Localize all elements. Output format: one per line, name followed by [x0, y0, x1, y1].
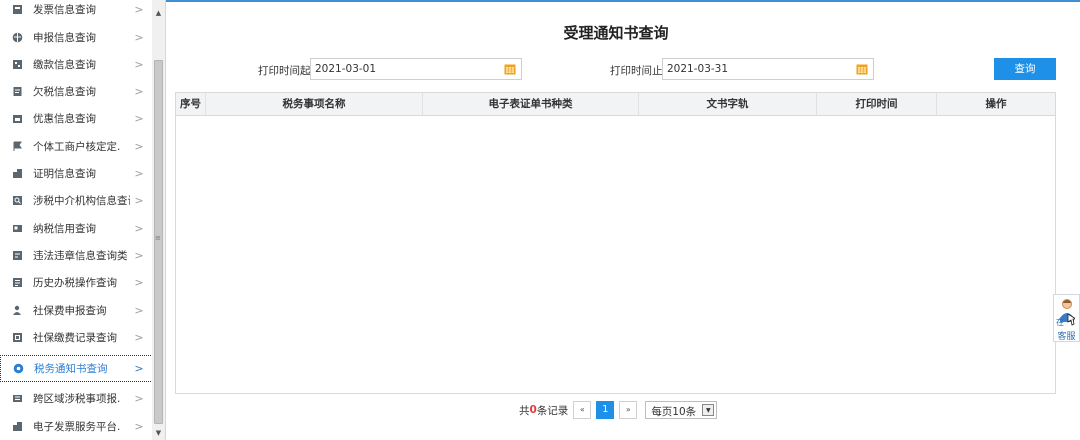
sidebar-item-label: 证明信息查询	[33, 167, 96, 180]
total-suffix: 条记录	[536, 404, 569, 417]
query-button[interactable]: 查询	[994, 58, 1056, 80]
column-header-document-type: 电子表证单书种类	[423, 93, 639, 115]
search-doc-icon	[12, 195, 23, 206]
page-size-select[interactable]: 每页10条 ▼	[645, 401, 718, 419]
chevron-right-icon: >	[134, 248, 144, 262]
history-icon	[12, 277, 23, 288]
sidebar-item-label: 发票信息查询	[33, 3, 96, 16]
cross-region-icon	[12, 393, 23, 404]
column-header-index: 序号	[176, 93, 206, 115]
sidebar-item-label: 申报信息查询	[33, 31, 96, 44]
sidebar-item-label: 欠税信息查询	[33, 85, 96, 98]
customer-service-widget[interactable]: 在 客服	[1053, 294, 1080, 342]
sidebar-item-certificate-query[interactable]: 证明信息查询 >	[0, 160, 152, 186]
sidebar-item-social-declaration[interactable]: 社保费申报查询 >	[0, 297, 152, 323]
sidebar-item-label: 跨区域涉税事项报.	[33, 392, 121, 405]
calendar-icon[interactable]	[856, 63, 868, 75]
chevron-right-icon: >	[134, 391, 144, 405]
chevron-right-icon: >	[134, 111, 144, 125]
chevron-right-icon: >	[134, 221, 144, 235]
chevron-right-icon: >	[134, 275, 144, 289]
chevron-right-icon: >	[134, 2, 144, 16]
form-icon	[12, 59, 23, 70]
sidebar-item-label: 社保费申报查询	[33, 304, 107, 317]
calendar-icon[interactable]	[504, 63, 516, 75]
invoice-icon	[12, 4, 23, 15]
chevron-right-icon: >	[134, 30, 144, 44]
globe-icon	[12, 32, 23, 43]
user-icon	[12, 305, 23, 316]
sidebar-item-label: 历史办税操作查询	[33, 276, 117, 289]
chevron-right-icon: >	[134, 139, 144, 153]
total-prefix: 共	[519, 404, 530, 417]
service-small-text: 在	[1056, 318, 1064, 327]
sidebar-item-tax-notice-query[interactable]: 税务通知书查询 >	[0, 355, 152, 382]
sidebar-item-preference-query[interactable]: 优惠信息查询 >	[0, 105, 152, 131]
platform-icon	[12, 421, 23, 432]
sidebar-item-invoice-query[interactable]: 发票信息查询 >	[0, 0, 152, 22]
document-icon	[12, 86, 23, 97]
chevron-right-icon: >	[134, 330, 144, 344]
next-page-button[interactable]: »	[619, 401, 638, 419]
page-title: 受理通知书查询	[563, 24, 669, 42]
chevron-right-icon: >	[134, 303, 144, 317]
prev-page-button[interactable]: «	[573, 401, 592, 419]
sidebar-item-cross-region[interactable]: 跨区域涉税事项报. >	[0, 385, 152, 411]
scroll-down-arrow-icon[interactable]: ▼	[152, 426, 165, 440]
results-table: 序号 税务事项名称 电子表证单书种类 文书字轨 打印时间 操作	[175, 92, 1056, 394]
end-date-input[interactable]: 2021-03-31	[662, 58, 874, 80]
chevron-right-icon: >	[134, 419, 144, 433]
total-count: 0	[529, 404, 537, 416]
sidebar-scrollbar[interactable]: ▲ ≡ ▼	[152, 0, 166, 440]
sidebar-item-declaration-query[interactable]: 申报信息查询 >	[0, 24, 152, 50]
flag-icon	[12, 141, 23, 152]
page-size-value: 每页10条	[651, 406, 697, 418]
location-icon	[13, 363, 24, 374]
customer-service-label: 客服	[1057, 332, 1076, 342]
page-button-current[interactable]: 1	[596, 401, 615, 419]
sidebar-item-label: 违法违章信息查询类	[33, 249, 128, 262]
building-icon	[12, 168, 23, 179]
sidebar-item-label: 缴款信息查询	[33, 58, 96, 71]
table-header: 序号 税务事项名称 电子表证单书种类 文书字轨 打印时间 操作	[176, 93, 1055, 116]
dropdown-arrow-icon[interactable]: ▼	[702, 404, 715, 416]
calendar-icon	[12, 113, 23, 124]
sidebar-item-label: 涉税中介机构信息查询	[33, 194, 130, 207]
scrollbar-thumb[interactable]	[154, 60, 163, 424]
sidebar-item-credit-query[interactable]: 纳税信用查询 >	[0, 215, 152, 241]
sidebar-item-agency-query[interactable]: 涉税中介机构信息查询 >	[0, 187, 152, 213]
record-icon	[12, 332, 23, 343]
start-date-value: 2021-03-01	[315, 63, 377, 75]
column-header-print-time: 打印时间	[817, 93, 937, 115]
sidebar-item-label: 社保缴费记录查询	[33, 331, 117, 344]
sidebar-item-payment-query[interactable]: 缴款信息查询 >	[0, 51, 152, 77]
chevron-right-icon: >	[134, 166, 144, 180]
sidebar-item-label: 纳税信用查询	[33, 222, 96, 235]
column-header-operation: 操作	[985, 98, 1007, 110]
chevron-right-icon: >	[134, 57, 144, 71]
sidebar-item-history-query[interactable]: 历史办税操作查询 >	[0, 269, 152, 295]
column-header-matter-name: 税务事项名称	[206, 93, 423, 115]
end-date-value: 2021-03-31	[667, 63, 729, 75]
sidebar-nav: 发票信息查询 > 申报信息查询 > 缴款信息查询 > 欠税信息查询 > 优惠信息…	[0, 0, 153, 440]
sidebar-item-social-payment[interactable]: 社保缴费记录查询 >	[0, 324, 152, 350]
start-date-input[interactable]: 2021-03-01	[310, 58, 522, 80]
pagination: 共 0 条记录 « 1 » 每页10条 ▼	[519, 400, 718, 420]
id-card-icon	[12, 223, 23, 234]
sidebar-item-violation-query[interactable]: 违法违章信息查询类 >	[0, 242, 152, 268]
sidebar-item-label: 税务通知书查询	[34, 363, 108, 375]
warning-doc-icon	[12, 250, 23, 261]
sidebar-item-individual-business[interactable]: 个体工商户核定定. >	[0, 133, 152, 159]
sidebar-item-label: 电子发票服务平台.	[33, 420, 121, 433]
sidebar-item-label: 优惠信息查询	[33, 112, 96, 125]
chevron-right-icon: >	[134, 84, 144, 98]
sidebar-item-e-invoice-platform[interactable]: 电子发票服务平台. >	[0, 413, 152, 439]
sidebar-item-arrears-query[interactable]: 欠税信息查询 >	[0, 78, 152, 104]
scroll-up-arrow-icon[interactable]: ▲	[152, 6, 165, 20]
chevron-right-icon: >	[134, 362, 144, 375]
scrollbar-grip-icon: ≡	[155, 234, 161, 242]
column-header-document-number: 文书字轨	[639, 93, 817, 115]
chevron-right-icon: >	[134, 193, 144, 207]
sidebar-item-label: 个体工商户核定定.	[33, 140, 121, 153]
